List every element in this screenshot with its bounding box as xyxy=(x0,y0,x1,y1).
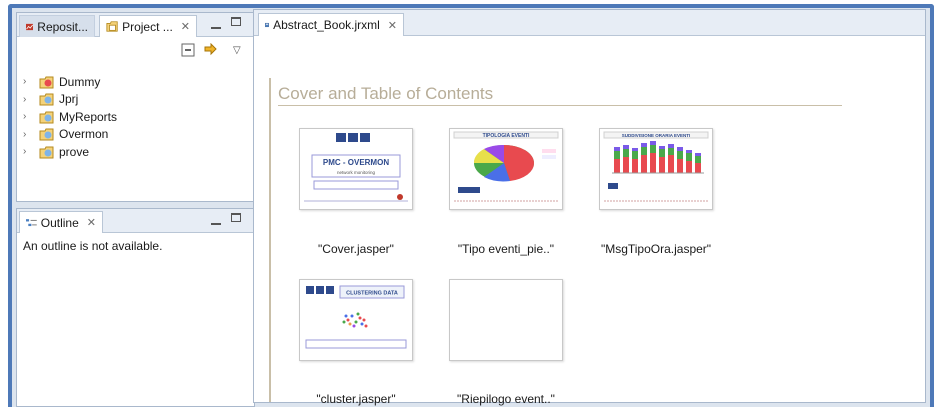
tab-project-explorer-label: Project ... xyxy=(122,19,173,34)
jasper-project-icon xyxy=(39,128,54,141)
section-divider xyxy=(278,105,842,106)
outline-empty-message: An outline is not available. xyxy=(23,239,163,253)
tree-item-label: prove xyxy=(59,144,90,159)
chevron-right-icon[interactable]: › xyxy=(23,76,33,87)
bar-title: SUDDIVISIONE ORARIA EVENTI xyxy=(622,133,691,138)
jasper-project-icon xyxy=(39,111,54,124)
view-menu-icon[interactable]: ▽ xyxy=(233,45,241,56)
outline-icon xyxy=(26,218,37,226)
tree-item-dummy[interactable]: › Dummy xyxy=(23,73,117,91)
subreport-label: "Riepilogo event.." xyxy=(457,392,555,406)
scatter-points xyxy=(342,312,368,328)
editor-tabbar: Abstract_Book.jrxml ✕ xyxy=(254,10,925,36)
chevron-right-icon[interactable]: › xyxy=(23,146,33,157)
tab-outline[interactable]: Outline ✕ xyxy=(19,211,103,233)
chevron-right-icon[interactable]: › xyxy=(23,111,33,122)
minimize-button[interactable] xyxy=(211,21,221,33)
tree-item-label: Overmon xyxy=(59,127,109,142)
minimize-button[interactable] xyxy=(211,217,221,229)
project-explorer-tabbar: Reposit... Project ... ✕ xyxy=(17,13,254,37)
subreport-label: "MsgTipoOra.jasper" xyxy=(600,242,712,256)
tab-outline-label: Outline xyxy=(40,215,79,230)
tab-project-explorer[interactable]: Project ... ✕ xyxy=(99,15,197,37)
tab-abstract-book[interactable]: Abstract_Book.jrxml ✕ xyxy=(258,13,404,36)
subreport-thumbnail-cluster[interactable]: CLUSTERING DATA xyxy=(299,279,413,361)
cover-subtitle: network monitoring xyxy=(337,170,376,175)
close-icon[interactable]: ✕ xyxy=(87,216,96,229)
close-icon[interactable]: ✕ xyxy=(388,19,397,32)
tree-item-label: MyReports xyxy=(59,109,118,124)
subreport-label: "Tipo eventi_pie.." xyxy=(457,242,555,256)
tree-item-jprj[interactable]: › Jprj xyxy=(23,91,117,109)
jasper-project-red-icon xyxy=(39,76,54,89)
tree-item-overmon[interactable]: › Overmon xyxy=(23,126,117,144)
close-icon[interactable]: ✕ xyxy=(181,20,190,33)
tab-repository-label: Reposit... xyxy=(37,19,88,34)
project-explorer-toolbar: ▽ xyxy=(181,43,241,57)
project-explorer-panel: Reposit... Project ... ✕ ▽ › Dummy › Jpr… xyxy=(16,12,255,202)
pie-title: TIPOLOGIA EVENTI xyxy=(483,133,530,139)
bar-group xyxy=(614,141,701,173)
subreport-label: "Cover.jasper" xyxy=(318,242,394,256)
report-editor: Abstract_Book.jrxml ✕ Cover and Table of… xyxy=(253,9,926,406)
cluster-title: CLUSTERING DATA xyxy=(346,291,398,297)
tree-item-prove[interactable]: › prove xyxy=(23,143,117,161)
subreport-thumbnail-cover[interactable]: PMC - OVERMON network monitoring xyxy=(299,128,413,210)
subreport-label: "cluster.jasper" xyxy=(316,392,396,406)
maximize-button[interactable] xyxy=(231,213,241,225)
section-title: Cover and Table of Contents xyxy=(278,84,494,103)
chevron-right-icon[interactable]: › xyxy=(23,94,33,105)
editor-canvas: Cover and Table of Contents PMC - OVERMO… xyxy=(254,36,925,406)
editor-tab-label: Abstract_Book.jrxml xyxy=(273,18,380,32)
pie-chart-preview: TIPOLOGIA EVENTI xyxy=(453,131,559,202)
jrxml-file-icon xyxy=(265,22,269,28)
outline-panel: Outline ✕ An outline is not available. xyxy=(16,208,255,407)
cover-title: PMC - OVERMON xyxy=(323,158,389,167)
chevron-right-icon[interactable]: › xyxy=(23,129,33,140)
bar-chart-preview: SUDDIVISIONE ORARIA EVENTI xyxy=(603,131,709,202)
section-divider-vertical xyxy=(269,78,271,402)
outline-tabbar: Outline ✕ xyxy=(17,209,254,233)
tree-item-label: Jprj xyxy=(59,92,79,107)
subreport-thumbnail-riepilogo[interactable] xyxy=(449,279,563,361)
jasper-project-icon xyxy=(39,146,54,159)
link-with-editor-icon[interactable] xyxy=(203,43,219,57)
subreport-thumbnail-pie[interactable]: TIPOLOGIA EVENTI xyxy=(449,128,563,210)
jasper-project-icon xyxy=(39,93,54,106)
subreport-thumbnail-bars[interactable]: SUDDIVISIONE ORARIA EVENTI xyxy=(599,128,713,210)
maximize-button[interactable] xyxy=(231,17,241,29)
collapse-all-icon[interactable] xyxy=(181,43,195,57)
tree-item-myreports[interactable]: › MyReports xyxy=(23,108,117,126)
tree-item-label: Dummy xyxy=(59,74,101,89)
project-explorer-icon xyxy=(106,21,118,32)
tab-repository[interactable]: Reposit... xyxy=(19,15,95,37)
cluster-preview: CLUSTERING DATA xyxy=(305,285,407,349)
cover-preview: PMC - OVERMON network monitoring xyxy=(304,133,408,202)
repository-icon xyxy=(26,23,34,30)
project-tree: › Dummy › Jprj › MyReports › Overmon › p… xyxy=(17,63,117,161)
